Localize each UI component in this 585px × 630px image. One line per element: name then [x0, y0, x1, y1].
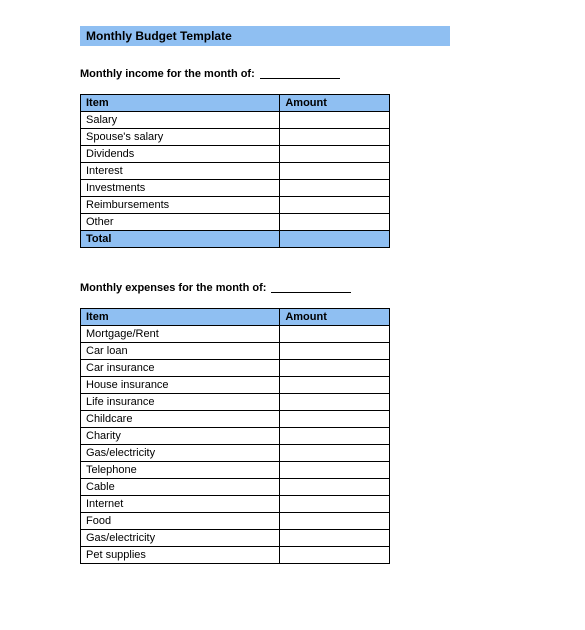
row-item: Gas/electricity [81, 445, 280, 462]
row-item: Pet supplies [81, 547, 280, 564]
row-amount[interactable] [280, 462, 390, 479]
row-amount[interactable] [280, 163, 390, 180]
table-row: Dividends [81, 146, 390, 163]
row-amount[interactable] [280, 326, 390, 343]
expenses-col-amount: Amount [280, 309, 390, 326]
row-amount[interactable] [280, 360, 390, 377]
income-total-label: Total [81, 231, 280, 248]
table-row: Interest [81, 163, 390, 180]
row-item: Childcare [81, 411, 280, 428]
row-item: Cable [81, 479, 280, 496]
table-row: Internet [81, 496, 390, 513]
table-row: Life insurance [81, 394, 390, 411]
expenses-heading: Monthly expenses for the month of: [80, 282, 585, 294]
row-item: Telephone [81, 462, 280, 479]
row-item: Charity [81, 428, 280, 445]
row-item: Mortgage/Rent [81, 326, 280, 343]
row-amount[interactable] [280, 496, 390, 513]
expenses-col-item: Item [81, 309, 280, 326]
table-row: Gas/electricity [81, 445, 390, 462]
table-row: Food [81, 513, 390, 530]
row-amount[interactable] [280, 530, 390, 547]
row-amount[interactable] [280, 445, 390, 462]
income-total-amount[interactable] [280, 231, 390, 248]
row-amount[interactable] [280, 343, 390, 360]
table-row: Car loan [81, 343, 390, 360]
table-row: Reimbursements [81, 197, 390, 214]
table-row: Mortgage/Rent [81, 326, 390, 343]
row-item: Interest [81, 163, 280, 180]
table-row: Car insurance [81, 360, 390, 377]
row-amount[interactable] [280, 112, 390, 129]
income-heading: Monthly income for the month of: [80, 68, 585, 80]
income-table: Item Amount SalarySpouse's salaryDividen… [80, 94, 390, 248]
expenses-header-row: Item Amount [81, 309, 390, 326]
budget-template-page: Monthly Budget Template Monthly income f… [0, 0, 585, 564]
row-amount[interactable] [280, 214, 390, 231]
income-heading-text: Monthly income for the month of: [80, 68, 255, 80]
row-amount[interactable] [280, 146, 390, 163]
row-amount[interactable] [280, 180, 390, 197]
expenses-body: Mortgage/RentCar loanCar insuranceHouse … [81, 326, 390, 564]
table-row: Charity [81, 428, 390, 445]
table-row: Gas/electricity [81, 530, 390, 547]
table-row: Investments [81, 180, 390, 197]
row-item: Internet [81, 496, 280, 513]
table-row: Salary [81, 112, 390, 129]
row-item: Investments [81, 180, 280, 197]
row-item: Car insurance [81, 360, 280, 377]
row-amount[interactable] [280, 197, 390, 214]
row-amount[interactable] [280, 377, 390, 394]
row-amount[interactable] [280, 129, 390, 146]
income-header-row: Item Amount [81, 95, 390, 112]
row-amount[interactable] [280, 547, 390, 564]
row-item: Salary [81, 112, 280, 129]
table-row: House insurance [81, 377, 390, 394]
page-title: Monthly Budget Template [80, 26, 450, 46]
table-row: Telephone [81, 462, 390, 479]
row-amount[interactable] [280, 428, 390, 445]
table-row: Childcare [81, 411, 390, 428]
table-row: Pet supplies [81, 547, 390, 564]
table-row: Cable [81, 479, 390, 496]
row-item: Life insurance [81, 394, 280, 411]
row-item: Dividends [81, 146, 280, 163]
row-item: Car loan [81, 343, 280, 360]
row-item: Spouse's salary [81, 129, 280, 146]
expenses-month-blank[interactable] [271, 292, 351, 293]
row-item: Food [81, 513, 280, 530]
row-amount[interactable] [280, 411, 390, 428]
row-amount[interactable] [280, 513, 390, 530]
row-item: Gas/electricity [81, 530, 280, 547]
income-month-blank[interactable] [260, 78, 340, 79]
row-item: Other [81, 214, 280, 231]
row-item: Reimbursements [81, 197, 280, 214]
expenses-heading-text: Monthly expenses for the month of: [80, 282, 266, 294]
table-row: Other [81, 214, 390, 231]
income-col-item: Item [81, 95, 280, 112]
expenses-table: Item Amount Mortgage/RentCar loanCar ins… [80, 308, 390, 564]
table-row: Spouse's salary [81, 129, 390, 146]
income-col-amount: Amount [280, 95, 390, 112]
income-total-row: Total [81, 231, 390, 248]
income-body: SalarySpouse's salaryDividendsInterestIn… [81, 112, 390, 231]
row-item: House insurance [81, 377, 280, 394]
row-amount[interactable] [280, 394, 390, 411]
row-amount[interactable] [280, 479, 390, 496]
